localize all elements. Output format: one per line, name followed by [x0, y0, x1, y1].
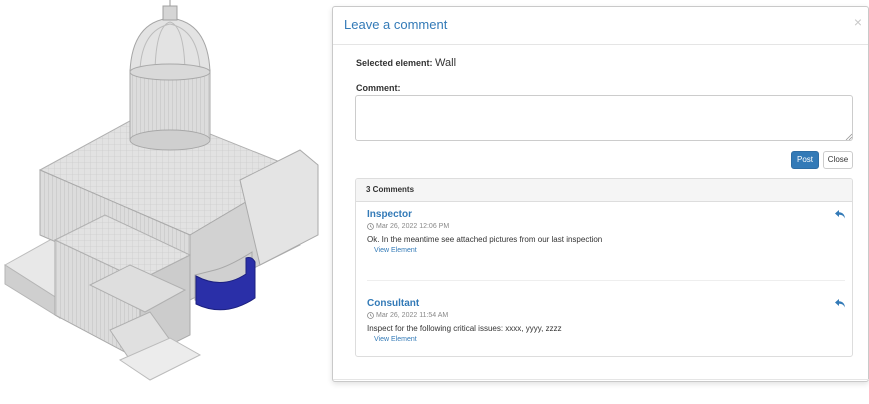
comment-text: Inspect for the following critical issue… [367, 324, 562, 333]
selected-element-label: Selected element: [356, 58, 433, 68]
view-element-link[interactable]: View Element [374, 336, 845, 343]
comment-timestamp: Mar 26, 2022 11:54 AM [367, 312, 845, 319]
clock-icon [367, 312, 374, 319]
reply-icon[interactable] [835, 210, 845, 219]
selected-element: Selected element: Wall [356, 57, 456, 69]
comment-item: Consultant Mar 26, 2022 11:54 AM Inspect… [367, 298, 845, 343]
model-viewer[interactable] [0, 0, 330, 404]
building-body [4, 0, 319, 381]
close-icon[interactable]: × [854, 15, 862, 29]
comments-panel: 3 Comments Inspector Mar 26, 2022 12:06 … [355, 178, 853, 357]
comments-count: 3 Comments [356, 179, 852, 202]
modal-header: Leave a comment × [333, 7, 868, 45]
comment-label: Comment: [356, 83, 401, 93]
comment-timestamp-text: Mar 26, 2022 11:54 AM [376, 312, 449, 319]
view-element-link[interactable]: View Element [374, 247, 845, 254]
comment-timestamp-text: Mar 26, 2022 12:06 PM [376, 223, 450, 230]
close-button[interactable]: Close [823, 151, 853, 169]
comment-modal: Leave a comment × Selected element: Wall… [332, 6, 869, 382]
resize-grip-icon[interactable] [845, 133, 852, 140]
comment-textarea[interactable] [355, 95, 853, 141]
modal-title: Leave a comment [344, 17, 448, 32]
building-model[interactable] [0, 0, 330, 404]
reply-icon[interactable] [835, 299, 845, 308]
comment-item: Inspector Mar 26, 2022 12:06 PM Ok. In t… [367, 209, 845, 254]
selected-element-value: Wall [435, 57, 457, 69]
clock-icon [367, 223, 374, 230]
comment-author[interactable]: Consultant [367, 298, 845, 309]
modal-footer-divider [333, 379, 869, 380]
comment-author[interactable]: Inspector [367, 209, 845, 220]
comment-text: Ok. In the meantime see attached picture… [367, 235, 603, 244]
comment-timestamp: Mar 26, 2022 12:06 PM [367, 223, 845, 230]
comment-divider [367, 280, 845, 281]
post-button[interactable]: Post [791, 151, 819, 169]
